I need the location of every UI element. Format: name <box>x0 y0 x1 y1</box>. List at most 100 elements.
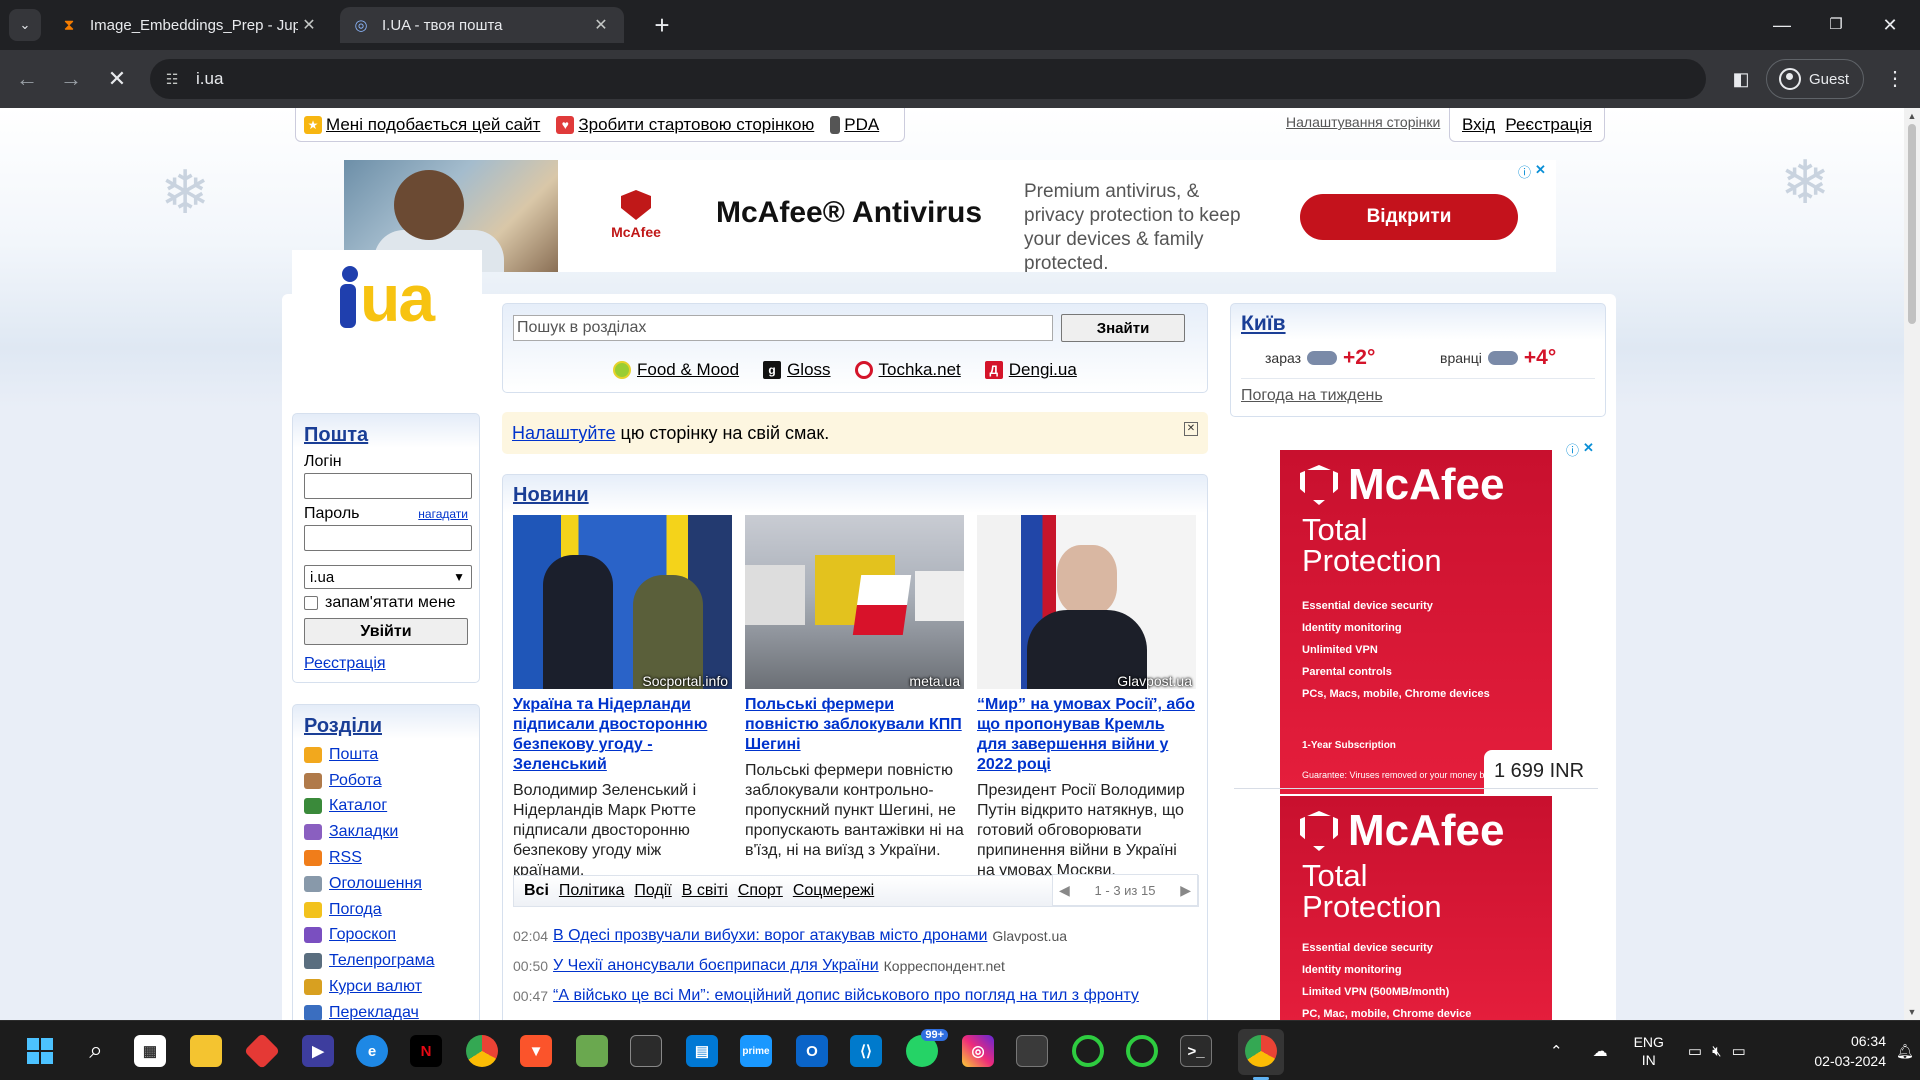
weather-week-link[interactable]: Погода на тиждень <box>1241 387 1595 405</box>
scroll-up-icon[interactable]: ▲ <box>1904 108 1920 124</box>
startpage-label[interactable]: Зробити стартовою сторінкою <box>578 115 814 135</box>
tab-sport[interactable]: Спорт <box>738 882 783 900</box>
browser-tab[interactable]: ⧗ Image_Embeddings_Prep - Jupy ✕ <box>48 7 332 43</box>
minimize-icon[interactable]: — <box>1762 10 1802 40</box>
app-purple-icon[interactable]: ▶ <box>302 1035 334 1067</box>
store-icon[interactable]: ▤ <box>686 1035 718 1067</box>
news-card[interactable]: meta.ua Польські фермери повністю заблок… <box>745 515 964 861</box>
ad-info-icon[interactable]: ⓘ <box>1566 440 1579 458</box>
remind-password-link[interactable]: нагадати <box>418 507 468 521</box>
green-ring-app-icon[interactable] <box>1072 1035 1104 1067</box>
ad-close-icon[interactable]: ✕ <box>1583 440 1594 456</box>
notification-bell-icon[interactable]: 🔔︎ <box>1896 1043 1914 1060</box>
new-tab-button[interactable]: + <box>648 12 676 40</box>
stop-loading-icon[interactable]: ✕ <box>102 64 132 94</box>
section-item-label[interactable]: Каталог <box>329 797 387 815</box>
brave-icon[interactable]: ▼ <box>520 1035 552 1067</box>
language-indicator[interactable]: ENG IN <box>1634 1033 1664 1069</box>
close-icon[interactable]: ✕ <box>590 15 612 35</box>
mcafee-ad-card[interactable]: McAfee Total Protection Essential device … <box>1280 796 1552 1020</box>
back-arrow-icon[interactable]: ← <box>12 64 42 94</box>
search-input[interactable]: Пошук в розділах <box>513 315 1053 341</box>
restore-icon[interactable]: ❐ <box>1816 10 1856 40</box>
window-close-icon[interactable]: ✕ <box>1870 10 1910 40</box>
section-item[interactable]: Гороскоп <box>304 923 468 949</box>
address-bar[interactable]: ☷ i.ua <box>150 59 1706 99</box>
password-input[interactable] <box>304 525 472 551</box>
battery-icon[interactable]: ▭ <box>1732 1042 1746 1060</box>
url-text[interactable]: i.ua <box>196 69 223 89</box>
partner-label[interactable]: Tochka.net <box>879 360 961 380</box>
page-settings-link[interactable]: Налаштування сторінки <box>1286 114 1440 130</box>
section-item[interactable]: RSS <box>304 845 468 871</box>
mail-register-link[interactable]: Реєстрація <box>304 655 468 673</box>
tab-search-button[interactable]: ⌄ <box>9 9 41 41</box>
partner-tochka[interactable]: Tochka.net <box>854 360 961 380</box>
section-item-label[interactable]: Оголошення <box>329 875 422 893</box>
vscode-icon[interactable]: ⟨⟩ <box>850 1035 882 1067</box>
pda-link[interactable]: PDA <box>830 115 879 135</box>
partner-gloss[interactable]: g Gloss <box>763 360 831 380</box>
app-red-diamond-icon[interactable] <box>243 1032 281 1070</box>
section-item-label[interactable]: Перекладач <box>329 1004 419 1020</box>
network-icon[interactable]: ▭ <box>1688 1042 1702 1060</box>
edge-icon[interactable]: e <box>356 1035 388 1067</box>
login-input[interactable] <box>304 473 472 499</box>
search-button[interactable]: Знайти <box>1061 314 1185 342</box>
section-item-label[interactable]: Погода <box>329 901 382 919</box>
section-item-label[interactable]: Телепрограма <box>329 952 434 970</box>
section-item-label[interactable]: Курси валют <box>329 978 422 996</box>
section-item[interactable]: Каталог <box>304 794 468 820</box>
remember-checkbox[interactable] <box>304 596 318 610</box>
outlook-icon[interactable]: O <box>796 1035 828 1067</box>
top-banner-ad[interactable]: McAfee McAfee® Antivirus Premium antivir… <box>344 160 1556 272</box>
mcafee-ad-card[interactable]: McAfee Total Protection Essential device … <box>1280 450 1552 794</box>
terminal-app-icon[interactable] <box>630 1035 662 1067</box>
tab-social[interactable]: Соцмережі <box>793 882 874 900</box>
section-item-label[interactable]: RSS <box>329 849 362 867</box>
onedrive-cloud-icon[interactable]: ☁ <box>1593 1042 1608 1060</box>
section-item-label[interactable]: Гороскоп <box>329 926 396 944</box>
scrollbar-thumb[interactable] <box>1908 124 1916 324</box>
profile-button[interactable]: Guest <box>1766 59 1864 99</box>
iua-logo[interactable]: ua <box>292 250 482 420</box>
section-item[interactable]: Робота <box>304 768 468 794</box>
partner-label[interactable]: Food & Mood <box>637 360 739 380</box>
section-item[interactable]: Перекладач <box>304 1000 468 1020</box>
dismiss-icon[interactable]: ✕ <box>1184 422 1198 436</box>
news-image[interactable]: Glavpost.ua <box>977 515 1196 689</box>
section-item-label[interactable]: Пошта <box>329 746 378 764</box>
startpage-link[interactable]: ♥ Зробити стартовою сторінкою <box>556 115 814 135</box>
section-item[interactable]: Закладки <box>304 819 468 845</box>
register-link[interactable]: Реєстрація <box>1505 115 1592 135</box>
tab-all[interactable]: Всі <box>524 882 549 900</box>
whatsapp-icon[interactable]: 99+ <box>906 1029 948 1067</box>
ad-choices[interactable]: ⓘ ✕ <box>1566 440 1600 458</box>
ad-info-icon[interactable]: ⓘ <box>1518 162 1531 180</box>
search-icon[interactable]: ⌕ <box>80 1035 112 1067</box>
news-card[interactable]: Socportal.info Україна та Нідерланди під… <box>513 515 732 881</box>
terminal-icon[interactable]: >_ <box>1180 1035 1212 1067</box>
tab-events[interactable]: Події <box>634 882 671 900</box>
tab-world[interactable]: В світі <box>682 882 728 900</box>
volume-muted-icon[interactable]: 🔇︎ <box>1712 1043 1721 1060</box>
prime-video-icon[interactable]: prime <box>740 1035 772 1067</box>
like-site-label[interactable]: Мені подобається цей сайт <box>326 115 540 135</box>
partner-label[interactable]: Dengi.ua <box>1009 360 1077 380</box>
console-app-icon[interactable] <box>1016 1035 1048 1067</box>
instagram-icon[interactable]: ◎ <box>962 1035 994 1067</box>
news-title[interactable]: Новини <box>513 484 589 507</box>
more-menu-icon[interactable]: ⋮ <box>1880 64 1910 94</box>
news-link[interactable]: У Чехії анонсували боєприпаси для Україн… <box>553 957 879 975</box>
browser-tab-active[interactable]: ◎ I.UA - твоя пошта ✕ <box>340 7 624 43</box>
pda-label[interactable]: PDA <box>844 115 879 135</box>
file-explorer-icon[interactable] <box>190 1035 222 1067</box>
netflix-icon[interactable]: N <box>410 1035 442 1067</box>
news-headline[interactable]: Україна та Нідерланди підписали двосторо… <box>513 695 732 775</box>
partner-food-mood[interactable]: Food & Mood <box>613 360 739 380</box>
news-link[interactable]: “А військо це всі Ми”: емоційний допис в… <box>553 987 1139 1005</box>
chrome-active-icon[interactable] <box>1245 1035 1277 1067</box>
customize-link[interactable]: Налаштуйте <box>512 423 616 444</box>
page-scrollbar[interactable]: ▲ ▼ <box>1904 108 1920 1020</box>
section-item-label[interactable]: Робота <box>329 772 382 790</box>
